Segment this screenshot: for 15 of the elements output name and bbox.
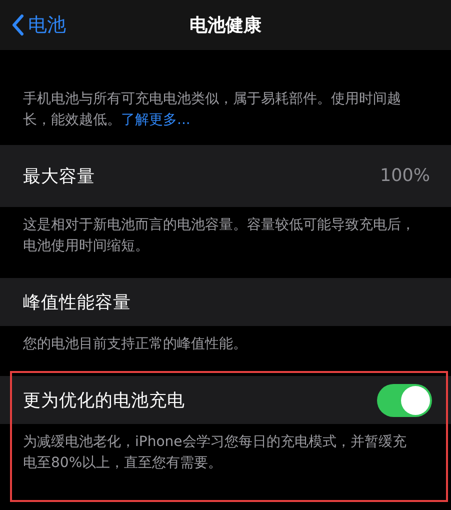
- setting-row[interactable]: 峰值性能容量: [0, 278, 451, 326]
- back-button[interactable]: 电池: [12, 12, 66, 38]
- setting-description: 这是相对于新电池而言的电池容量。容量较低可能导致充电后，电池使用时间缩短。: [22, 216, 416, 256]
- toggle-switch[interactable]: [377, 384, 432, 416]
- setting-description: 为减缓电池老化，iPhone会学习您每日的充电模式，并暂缓充电至80%以上，直至您有需要。: [22, 433, 408, 473]
- setting-label: 最大容量: [23, 166, 96, 188]
- setting-row[interactable]: 最大容量 100%: [0, 145, 451, 207]
- setting-description: 您的电池目前支持正常的峰值性能。: [22, 335, 248, 354]
- setting-label: 更为优化的电池充电: [23, 390, 186, 412]
- setting-label: 峰值性能容量: [23, 292, 132, 314]
- capacity-value: 100%: [380, 166, 430, 186]
- chevron-left-icon: [12, 14, 24, 36]
- learn-more-link[interactable]: 了解更多...: [121, 112, 190, 128]
- page-title: 电池健康: [190, 15, 262, 36]
- intro-text: 手机电池与所有可充电电池类似，属于易耗部件。使用时间越长，能效越低。了解更多...: [23, 90, 402, 130]
